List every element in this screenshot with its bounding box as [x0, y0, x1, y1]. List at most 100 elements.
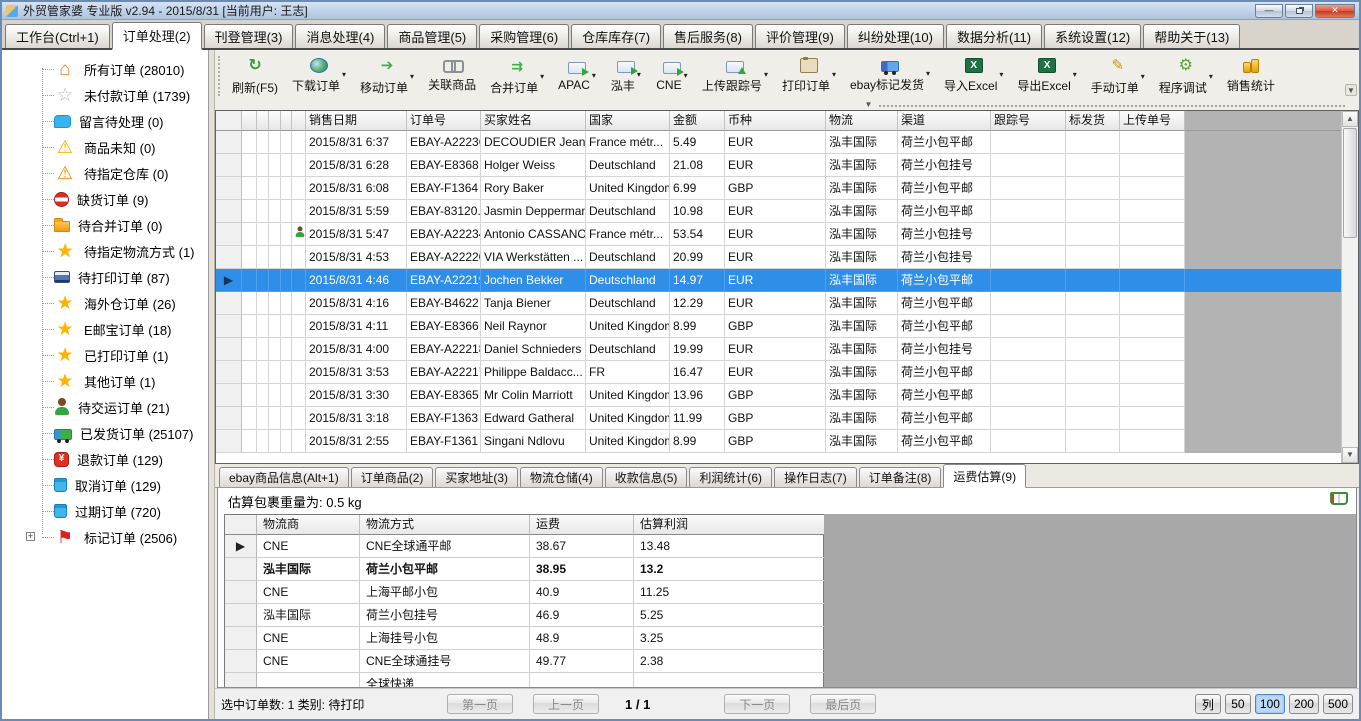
detail-tab-logistics-warehouse[interactable]: 物流仓储(4) — [520, 467, 603, 487]
orders-grid-scrollbar[interactable]: ▲ ▼ — [1341, 111, 1358, 463]
page-size-button-500[interactable]: 500 — [1323, 694, 1353, 714]
tab-message-processing[interactable]: 消息处理(4) — [295, 24, 385, 48]
order-row[interactable]: 2015/8/31 4:00EBAY-A22218Daniel Schniede… — [216, 338, 1341, 361]
order-row[interactable]: 2015/8/31 5:47EBAY-A22234Antonio CASSANO… — [216, 223, 1341, 246]
detail-tab-order-remarks[interactable]: 订单备注(8) — [859, 467, 942, 487]
detail-tab-buyer-address[interactable]: 买家地址(3) — [435, 467, 518, 487]
restore-button[interactable] — [1285, 4, 1313, 18]
column-header[interactable]: 渠道 — [898, 111, 991, 131]
tab-workbench[interactable]: 工作台(Ctrl+1) — [5, 24, 110, 48]
tab-help-about[interactable]: 帮助关于(13) — [1143, 24, 1240, 48]
dropdown-arrow-icon[interactable]: ▾ — [764, 70, 768, 79]
freight-row[interactable]: 全球快递 — [225, 673, 823, 688]
freight-row[interactable]: CNE上海挂号小包48.93.25 — [225, 627, 823, 650]
apac-button[interactable]: APAC▾ — [551, 53, 603, 99]
column-header[interactable]: 标发货 — [1066, 111, 1120, 131]
column-header[interactable]: 订单号 — [407, 111, 481, 131]
sidebar-item-overseas-warehouse-orders[interactable]: ★海外仓订单 (26) — [2, 290, 208, 316]
sidebar-item-cancelled-orders[interactable]: 取消订单 (129) — [2, 472, 208, 498]
prev-page-button[interactable]: 上一页 — [533, 694, 599, 714]
toolbar-overflow-icon[interactable]: ▼ — [1345, 84, 1357, 96]
move-order-button[interactable]: ➔移动订单▾ — [353, 53, 421, 99]
order-row[interactable]: 2015/8/31 4:16EBAY-B4622Tanja BienerDeut… — [216, 292, 1341, 315]
order-row[interactable]: 2015/8/31 6:28EBAY-E8368Holger WeissDeut… — [216, 154, 1341, 177]
scroll-up-icon[interactable]: ▲ — [1342, 111, 1358, 127]
close-button[interactable]: ✕ — [1315, 4, 1355, 18]
page-size-button-200[interactable]: 200 — [1289, 694, 1319, 714]
order-row[interactable]: 2015/8/31 5:59EBAY-83120...Jasmin Depper… — [216, 200, 1341, 223]
column-header[interactable]: 销售日期 — [306, 111, 407, 131]
sidebar-item-pending-messages[interactable]: 留言待处理 (0) — [2, 108, 208, 134]
dropdown-arrow-icon[interactable]: ▾ — [926, 69, 930, 78]
column-header[interactable]: 国家 — [586, 111, 670, 131]
export-excel-button[interactable]: X导出Excel▾ — [1010, 53, 1083, 99]
book-icon[interactable] — [1330, 492, 1348, 505]
upload-tracking-button[interactable]: 上传跟踪号▾ — [695, 53, 775, 99]
sidebar-item-out-of-stock-orders[interactable]: 缺货订单 (9) — [2, 186, 208, 212]
freight-row[interactable]: ▶CNECNE全球通平邮38.6713.48 — [225, 535, 823, 558]
refresh-button[interactable]: ↻刷新(F5) — [225, 53, 285, 99]
freight-column-header[interactable]: 物流方式 — [360, 515, 530, 535]
sidebar-item-assign-warehouse[interactable]: ⚠待指定仓库 (0) — [2, 160, 208, 186]
sales-statistics-button[interactable]: 销售统计 — [1220, 53, 1282, 99]
dropdown-arrow-icon[interactable]: ▾ — [1141, 72, 1145, 81]
tab-listing-management[interactable]: 刊登管理(3) — [204, 24, 294, 48]
sidebar-item-printed-orders[interactable]: ★已打印订单 (1) — [2, 342, 208, 368]
expand-plus-icon[interactable]: + — [26, 532, 35, 541]
scroll-down-icon[interactable]: ▼ — [1342, 447, 1358, 463]
dropdown-arrow-icon[interactable]: ▾ — [1209, 72, 1213, 81]
dropdown-arrow-icon[interactable]: ▾ — [1073, 70, 1077, 79]
dropdown-arrow-icon[interactable]: ▾ — [832, 70, 836, 79]
order-row[interactable]: 2015/8/31 3:18EBAY-F1363Edward GatheralU… — [216, 407, 1341, 430]
sidebar-item-orders-to-dispatch[interactable]: 待交运订单 (21) — [2, 394, 208, 420]
tab-data-analysis[interactable]: 数据分析(11) — [946, 24, 1042, 48]
detail-tab-payment-info[interactable]: 收款信息(5) — [605, 467, 688, 487]
order-row[interactable]: 2015/8/31 6:08EBAY-F1364Rory BakerUnited… — [216, 177, 1341, 200]
freight-column-header[interactable]: 估算利润 — [634, 515, 825, 535]
dropdown-arrow-icon[interactable]: ▾ — [342, 70, 346, 79]
dropdown-arrow-icon[interactable]: ▾ — [592, 71, 596, 80]
cne-button[interactable]: CNE▾ — [649, 53, 695, 99]
chevron-down-icon[interactable]: ▼ — [865, 100, 873, 109]
page-size-button-列[interactable]: 列 — [1195, 694, 1221, 714]
print-order-button[interactable]: 打印订单▾ — [775, 53, 843, 99]
tab-after-sales[interactable]: 售后服务(8) — [663, 24, 753, 48]
sidebar-item-shipped-orders[interactable]: 已发货订单 (25107) — [2, 420, 208, 446]
detail-tab-order-goods[interactable]: 订单商品(2) — [351, 467, 434, 487]
detail-tab-operation-log[interactable]: 操作日志(7) — [774, 467, 857, 487]
manual-order-button[interactable]: ✎手动订单▾ — [1084, 53, 1152, 99]
detail-tab-freight-estimate[interactable]: 运费估算(9) — [943, 464, 1026, 488]
detail-tab-profit-statistics[interactable]: 利润统计(6) — [689, 467, 772, 487]
column-header[interactable]: 买家姓名 — [481, 111, 586, 131]
scrollbar-thumb[interactable] — [1343, 128, 1357, 238]
minimize-button[interactable]: — — [1255, 4, 1283, 18]
link-goods-button[interactable]: 关联商品 — [421, 53, 483, 99]
column-header[interactable]: 物流 — [826, 111, 898, 131]
tab-product-management[interactable]: 商品管理(5) — [387, 24, 477, 48]
dropdown-arrow-icon[interactable]: ▾ — [684, 71, 688, 80]
sidebar-item-other-orders[interactable]: ★其他订单 (1) — [2, 368, 208, 394]
dropdown-arrow-icon[interactable]: ▾ — [999, 70, 1003, 79]
order-row[interactable]: 2015/8/31 2:55EBAY-F1361Singani NdlovuUn… — [216, 430, 1341, 453]
tab-warehouse-inventory[interactable]: 仓库库存(7) — [571, 24, 661, 48]
next-page-button[interactable]: 下一页 — [724, 694, 790, 714]
freight-row[interactable]: 泓丰国际荷兰小包挂号46.95.25 — [225, 604, 823, 627]
sidebar-item-unpaid-orders[interactable]: ☆未付款订单 (1739) — [2, 82, 208, 108]
sidebar-item-assign-logistics[interactable]: ★待指定物流方式 (1) — [2, 238, 208, 264]
page-size-button-100[interactable]: 100 — [1255, 694, 1285, 714]
dropdown-arrow-icon[interactable]: ▾ — [410, 72, 414, 81]
column-header[interactable]: 币种 — [725, 111, 826, 131]
sidebar-item-marked-orders[interactable]: +⚑标记订单 (2506) — [2, 524, 208, 550]
order-row[interactable]: 2015/8/31 4:11EBAY-E8366Neil RaynorUnite… — [216, 315, 1341, 338]
last-page-button[interactable]: 最后页 — [810, 694, 876, 714]
tab-purchase-management[interactable]: 采购管理(6) — [479, 24, 569, 48]
dropdown-arrow-icon[interactable]: ▾ — [637, 70, 641, 79]
hongfeng-button[interactable]: 泓丰▾ — [603, 53, 649, 99]
ebay-mark-shipped-button[interactable]: ebay标记发货▾ — [843, 53, 937, 99]
order-row[interactable]: ▶2015/8/31 4:46EBAY-A22219Jochen BekkerD… — [216, 269, 1341, 292]
column-header[interactable]: 金额 — [670, 111, 725, 131]
order-row[interactable]: 2015/8/31 3:53EBAY-A22217Philippe Baldac… — [216, 361, 1341, 384]
detail-tab-ebay-product-info[interactable]: ebay商品信息(Alt+1) — [219, 467, 349, 487]
download-orders-button[interactable]: 下载订单▾ — [285, 53, 353, 99]
tab-order-processing[interactable]: 订单处理(2) — [112, 22, 202, 50]
